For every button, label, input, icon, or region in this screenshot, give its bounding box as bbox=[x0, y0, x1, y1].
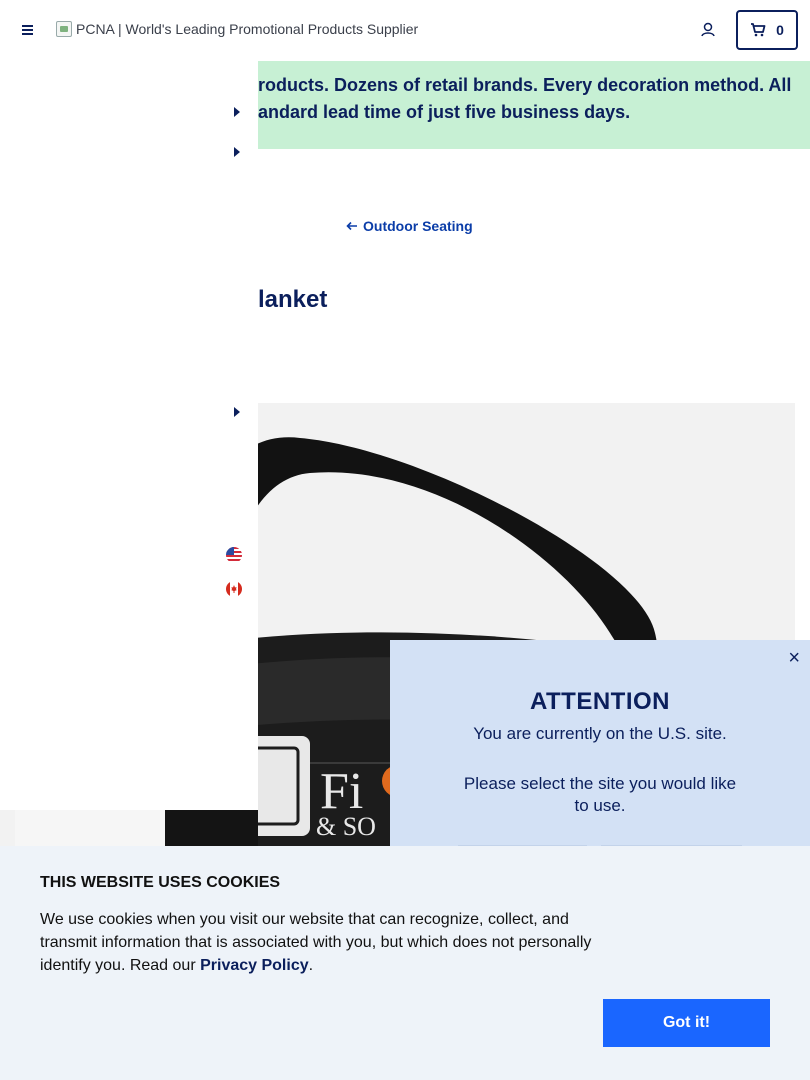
site-header: PCNA | World's Leading Promotional Produ… bbox=[0, 0, 810, 61]
arrow-left-icon bbox=[346, 221, 357, 231]
attention-instruction: Please select the site you would like to… bbox=[463, 774, 737, 815]
account-button[interactable] bbox=[697, 19, 719, 41]
caret-right-icon[interactable] bbox=[234, 147, 240, 157]
user-icon bbox=[701, 22, 715, 37]
caret-right-icon[interactable] bbox=[234, 407, 240, 417]
cookie-banner: THIS WEBSITE USES COOKIES We use cookies… bbox=[0, 846, 810, 1080]
accept-cookies-button[interactable]: Got it! bbox=[603, 999, 770, 1047]
broken-image-icon bbox=[56, 21, 72, 37]
back-to-category-link[interactable]: Outdoor Seating bbox=[346, 218, 473, 234]
hamburger-menu-icon[interactable] bbox=[18, 20, 38, 40]
close-icon[interactable]: × bbox=[788, 648, 800, 668]
cart-button[interactable]: 0 bbox=[736, 10, 798, 50]
promo-line-1: roducts. Dozens of retail brands. Every … bbox=[258, 75, 792, 95]
attention-message: You are currently on the U.S. site. bbox=[473, 724, 727, 743]
privacy-policy-link[interactable]: Privacy Policy bbox=[200, 957, 309, 974]
product-title: lanket bbox=[258, 286, 328, 313]
promo-line-2: andard lead time of just five business d… bbox=[258, 102, 631, 122]
cookie-text-body: We use cookies when you visit our websit… bbox=[40, 911, 592, 974]
cart-count: 0 bbox=[776, 22, 784, 38]
logo-alt-text: PCNA | World's Leading Promotional Produ… bbox=[76, 21, 419, 37]
cookie-text: We use cookies when you visit our websit… bbox=[40, 908, 610, 977]
us-flag-icon[interactable] bbox=[226, 547, 242, 563]
caret-right-icon[interactable] bbox=[234, 107, 240, 117]
cookie-title: THIS WEBSITE USES COOKIES bbox=[40, 874, 281, 891]
site-selector-modal: × ATTENTION You are currently on the U.S… bbox=[390, 640, 810, 885]
cookie-text-end: . bbox=[308, 957, 314, 974]
canada-flag-icon[interactable] bbox=[226, 581, 242, 597]
back-link-label: Outdoor Seating bbox=[363, 218, 473, 234]
nav-drawer bbox=[0, 61, 258, 810]
site-logo[interactable]: PCNA | World's Leading Promotional Produ… bbox=[56, 21, 418, 37]
logo-text-2: & SO bbox=[316, 812, 376, 841]
cart-icon bbox=[751, 23, 766, 37]
attention-title: ATTENTION bbox=[529, 688, 671, 715]
